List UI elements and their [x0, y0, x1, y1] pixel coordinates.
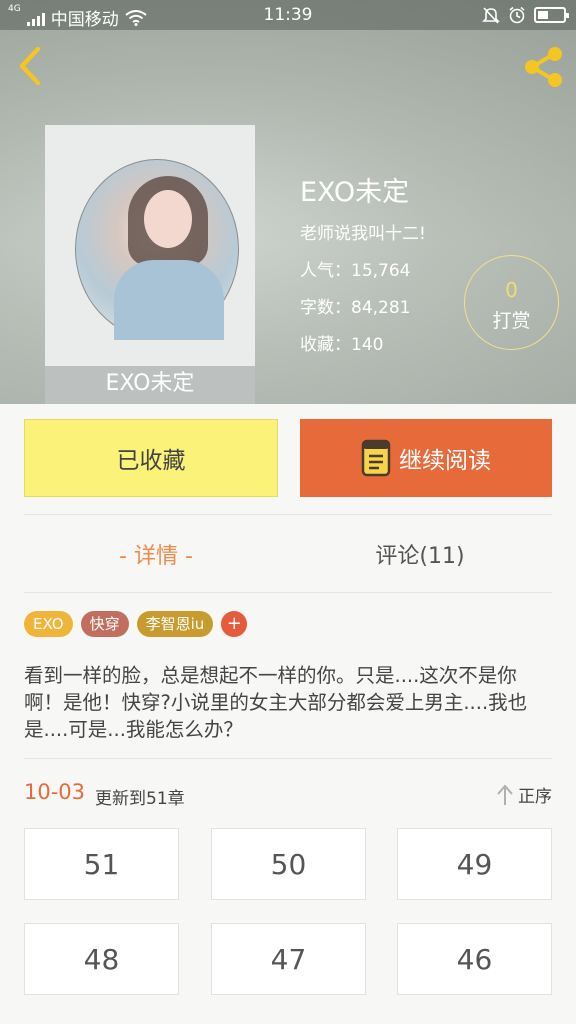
reward-count: 0: [505, 278, 518, 302]
tab-detail[interactable]: - 详情 -: [24, 538, 288, 570]
divider: [24, 514, 552, 515]
book-cover[interactable]: EXO未定: [45, 125, 255, 404]
cover-title: EXO未定: [45, 366, 255, 404]
alarm-icon: [509, 6, 525, 24]
tag-exo[interactable]: EXO: [24, 611, 73, 637]
book-author[interactable]: 老师说我叫十二!: [300, 219, 426, 244]
reward-button[interactable]: 0 打赏: [464, 255, 559, 350]
chapter-item[interactable]: 49: [397, 828, 552, 900]
popularity-stat: 人气：15,764: [300, 261, 411, 281]
cover-shirt: [114, 260, 224, 340]
add-tag-button[interactable]: +: [221, 611, 248, 637]
collected-label: 已收藏: [116, 448, 186, 474]
tag-kuaichuan[interactable]: 快穿: [80, 611, 129, 637]
share-icon[interactable]: [520, 45, 566, 89]
divider: [24, 758, 552, 759]
continue-reading-button[interactable]: 继续阅读: [300, 419, 552, 497]
sort-arrow-icon: [497, 783, 513, 805]
favorites-stat: 收藏：140: [300, 335, 384, 355]
book-info: EXO未定 老师说我叫十二! 人气：15,764 字数：84,281 收藏：14…: [300, 175, 426, 355]
chapter-item[interactable]: 47: [211, 923, 366, 995]
book-icon: [361, 439, 391, 477]
divider: [24, 592, 552, 593]
update-date: 10-03: [24, 780, 86, 804]
mute-bell-icon: [482, 7, 500, 24]
continue-reading-label: 继续阅读: [399, 448, 491, 474]
sort-toggle[interactable]: 正序: [496, 782, 552, 807]
chapter-item[interactable]: 46: [397, 923, 552, 995]
cover-image: [75, 159, 239, 340]
cover-face: [144, 190, 192, 248]
status-right: [482, 6, 569, 24]
status-bar: 4G 中国移动 11:39: [0, 0, 576, 30]
sort-label: 正序: [518, 787, 552, 807]
book-title: EXO未定: [300, 177, 410, 208]
collected-button[interactable]: 已收藏: [24, 419, 278, 497]
chapter-item[interactable]: 51: [24, 828, 179, 900]
reward-label: 打赏: [492, 310, 531, 332]
chapter-item[interactable]: 48: [24, 923, 179, 995]
battery-icon: [534, 7, 569, 23]
chapter-item[interactable]: 50: [211, 828, 366, 900]
update-text: 更新到51章: [95, 789, 185, 809]
tag-list: EXO 快穿 李智恩iu +: [24, 611, 248, 637]
tag-iu[interactable]: 李智恩iu: [136, 611, 214, 637]
tab-comments[interactable]: 评论(11): [288, 538, 552, 570]
word-count-stat: 字数：84,281: [300, 298, 411, 318]
book-description: 看到一样的脸，总是想起不一样的你。只是....这次不是你啊！是他！快穿?小说里的…: [24, 664, 528, 741]
book-header: 4G 中国移动 11:39 EXO未定 EXO未定 老师说我叫十二! 人气：15…: [0, 0, 576, 404]
back-arrow-icon[interactable]: [14, 46, 46, 86]
